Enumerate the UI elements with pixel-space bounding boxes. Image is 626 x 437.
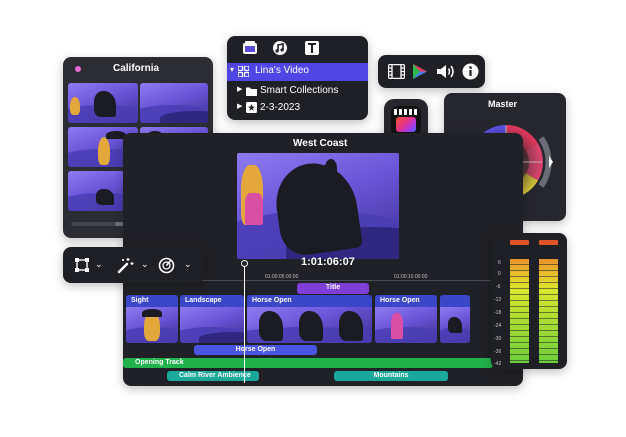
meter-scale-3: -12 [494,297,502,303]
viewer-title: West Coast [293,138,348,149]
magic-wand-icon[interactable] [116,256,134,274]
meter-segments [510,259,558,363]
disclosure-closed-icon[interactable]: ▶ [237,85,242,93]
playhead[interactable] [244,267,245,383]
disclosure-closed-icon[interactable]: ▶ [237,102,242,110]
library-panel: ▾ Lina's Video ▶ Smart Collections ▶ 2-3… [227,36,368,120]
viewer-frame [237,153,399,259]
color-icon[interactable] [411,62,429,80]
connected-clip-horse-open[interactable]: Horse Open [194,345,317,355]
viewer-rider-shirt [245,193,263,225]
california-title: California [113,63,160,74]
library-item-label-0: Lina's Video [255,65,309,76]
speed-icon[interactable] [157,256,175,274]
video-clip-horse-open-2[interactable]: Horse Open [375,295,437,343]
meter-scale-7: -36 [494,349,502,355]
record-dot [75,66,81,72]
audio-clip-opening-track[interactable]: Opening Track [123,358,493,368]
library-item-label-2[interactable]: 2-3-2023 [260,102,300,113]
app-icon-glyph [391,106,421,136]
film-icon[interactable] [387,62,405,80]
event-star-icon [246,102,257,113]
video-clip-5[interactable] [440,295,470,343]
viewer-horse-ear [325,159,337,177]
info-icon[interactable] [461,62,479,80]
audio-clip-mountains[interactable]: Mountains [334,371,448,381]
titles-icon[interactable] [303,39,321,57]
media-icon[interactable] [241,39,259,57]
audio-icon[interactable] [435,62,455,80]
chevron-down-icon[interactable]: ⌄ [141,259,149,270]
video-clip-horse-open[interactable]: Horse Open [247,295,372,343]
meter-scale-8: -42 [494,361,502,367]
folder-icon [246,86,257,96]
meter-scale-0: 6 [498,260,501,266]
disclosure-open-icon[interactable]: ▾ [230,65,234,74]
transform-icon[interactable] [73,256,91,274]
title-clip[interactable]: Title [297,283,369,294]
chevron-down-icon[interactable]: ⌄ [184,259,192,270]
chevron-down-icon[interactable]: ⌄ [95,259,103,270]
video-clip-landscape[interactable]: Landscape [180,295,244,343]
timecode-display: 1:01:06:07 [301,256,355,268]
meter-scale-1: 0 [498,271,501,277]
meter-scale-2: -6 [496,284,501,290]
toolbar-panel [378,55,485,88]
meter-peak-right [539,240,558,245]
music-icon[interactable] [271,39,289,57]
thumbnail-1[interactable] [68,83,138,123]
thumbnail-2[interactable] [140,83,208,123]
meter-scale-4: -18 [494,310,502,316]
audio-clip-calm-river[interactable]: Calm River Ambience [167,371,259,381]
tools-panel: ⌄ ⌄ ⌄ [63,247,204,283]
meter-scale-6: -30 [494,336,502,342]
color-wheel-title: Master [488,99,518,109]
library-item-label-1[interactable]: Smart Collections [260,85,338,96]
audio-meter-panel: 6 0 -6 -12 -18 -24 -30 -36 -42 [491,233,567,369]
playhead-handle[interactable] [241,260,248,267]
video-clip-sight[interactable]: Sight [126,295,178,343]
meter-scale-5: -24 [494,323,502,329]
meter-peak-left [510,240,529,245]
viewer-horse [271,157,363,259]
library-grid-icon [238,66,249,77]
